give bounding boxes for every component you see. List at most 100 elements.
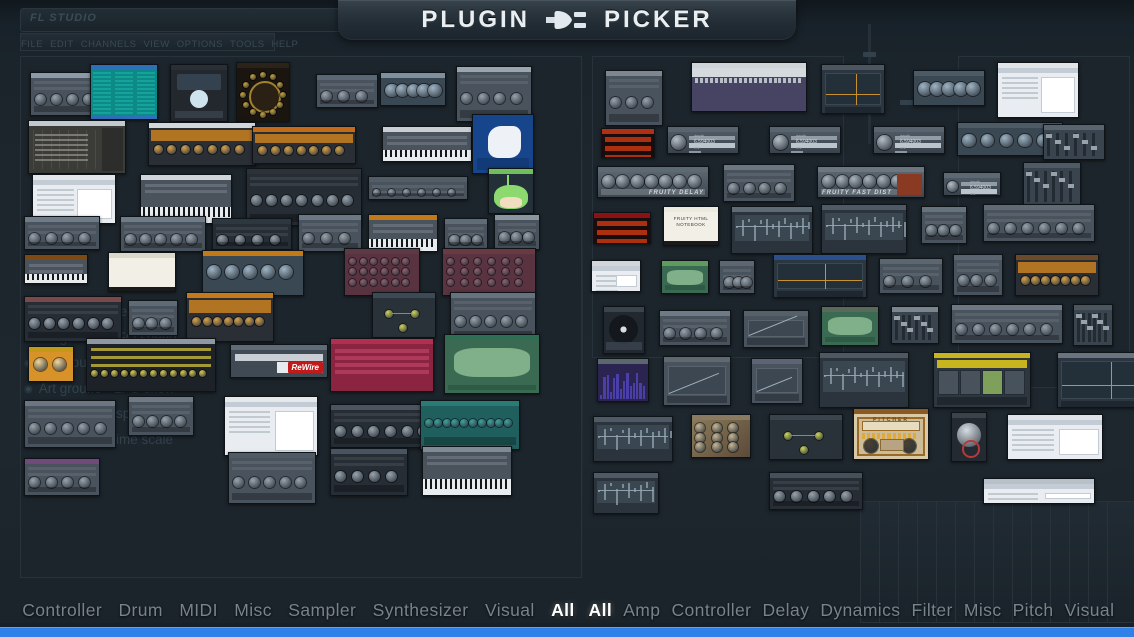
- generator-plugin-thumbnail[interactable]: [442, 248, 536, 296]
- effect-plugin-thumbnail[interactable]: [731, 206, 813, 254]
- effect-plugin-thumbnail[interactable]: FRUITY HTML NOTEBOOK: [663, 206, 719, 246]
- effect-plugin-thumbnail[interactable]: depth6.594003ms: [769, 126, 841, 154]
- generator-plugin-thumbnail[interactable]: [372, 292, 436, 338]
- generator-plugin-thumbnail[interactable]: [24, 458, 100, 496]
- generator-plugin-thumbnail[interactable]: [252, 126, 356, 164]
- effect-plugin-thumbnail[interactable]: [773, 254, 867, 298]
- generator-tab-sampler[interactable]: Sampler: [288, 600, 356, 621]
- effect-plugin-thumbnail[interactable]: [597, 358, 649, 402]
- effect-plugin-thumbnail[interactable]: [661, 260, 709, 294]
- effect-plugin-thumbnail[interactable]: [1023, 162, 1081, 206]
- effect-plugin-thumbnail[interactable]: [1007, 414, 1103, 460]
- effect-plugin-thumbnail[interactable]: depth6.594003ms: [873, 126, 945, 154]
- effect-plugin-thumbnail[interactable]: [593, 416, 673, 462]
- effect-plugin-thumbnail[interactable]: [601, 128, 655, 158]
- generator-plugin-thumbnail[interactable]: [368, 176, 468, 200]
- generator-plugin-thumbnail[interactable]: [316, 74, 378, 108]
- effect-plugin-thumbnail[interactable]: [933, 352, 1031, 408]
- effect-plugin-thumbnail[interactable]: [951, 412, 987, 462]
- generator-plugin-thumbnail[interactable]: [382, 126, 472, 162]
- generator-plugin-thumbnail[interactable]: [24, 216, 100, 250]
- generator-plugin-thumbnail[interactable]: [24, 296, 122, 342]
- effect-plugin-thumbnail[interactable]: [593, 472, 659, 514]
- generator-plugin-thumbnail[interactable]: [224, 396, 318, 456]
- generator-plugin-thumbnail[interactable]: [236, 62, 290, 122]
- generator-plugin-thumbnail[interactable]: [330, 448, 408, 496]
- generator-plugin-thumbnail[interactable]: [472, 114, 534, 174]
- effect-plugin-thumbnail[interactable]: [983, 478, 1095, 504]
- effect-tab-amp[interactable]: Amp: [623, 600, 660, 621]
- effect-plugin-thumbnail[interactable]: [819, 352, 909, 408]
- effect-plugin-thumbnail[interactable]: [691, 62, 807, 112]
- effect-plugin-thumbnail[interactable]: [719, 260, 755, 294]
- generator-tab-drum[interactable]: Drum: [119, 600, 163, 621]
- generator-plugin-thumbnail[interactable]: [128, 396, 194, 436]
- effect-plugin-thumbnail[interactable]: [769, 472, 863, 510]
- generator-plugin-thumbnail[interactable]: [444, 218, 488, 250]
- effect-tab-misc[interactable]: Misc: [964, 600, 1002, 621]
- generator-plugin-thumbnail[interactable]: [330, 338, 434, 392]
- generator-plugin-thumbnail[interactable]: [148, 122, 256, 166]
- effect-plugin-thumbnail[interactable]: [1057, 352, 1134, 408]
- generator-plugin-thumbnail[interactable]: [488, 168, 534, 214]
- effect-plugin-thumbnail[interactable]: FRUITY FAST DIST: [817, 166, 925, 198]
- effect-tab-controller[interactable]: Controller: [672, 600, 752, 621]
- effect-plugin-thumbnail[interactable]: [769, 414, 843, 460]
- generator-plugin-thumbnail[interactable]: [344, 248, 420, 296]
- generator-tab-misc[interactable]: Misc: [234, 600, 272, 621]
- effect-plugin-thumbnail[interactable]: [879, 258, 943, 294]
- effect-plugin-thumbnail[interactable]: [603, 306, 645, 354]
- effect-plugin-thumbnail[interactable]: [983, 204, 1095, 242]
- effect-tab-filter[interactable]: Filter: [912, 600, 953, 621]
- effect-plugin-thumbnail[interactable]: [1043, 124, 1105, 160]
- generator-plugin-thumbnail[interactable]: [128, 300, 178, 336]
- effect-plugin-thumbnail[interactable]: [821, 64, 885, 114]
- effect-plugin-thumbnail[interactable]: [659, 310, 731, 346]
- generator-plugin-thumbnail[interactable]: [368, 214, 438, 252]
- generator-plugin-thumbnail[interactable]: [380, 72, 446, 106]
- effect-plugin-thumbnail[interactable]: [997, 62, 1079, 118]
- effect-plugin-thumbnail[interactable]: [951, 304, 1063, 344]
- generator-plugin-thumbnail[interactable]: [444, 334, 540, 394]
- effect-tab-pitch[interactable]: Pitch: [1013, 600, 1054, 621]
- effect-tab-dynamics[interactable]: Dynamics: [820, 600, 900, 621]
- effect-plugin-thumbnail[interactable]: depth6.594003ms: [667, 126, 739, 154]
- effect-plugin-thumbnail[interactable]: [663, 356, 731, 406]
- generator-plugin-thumbnail[interactable]: [422, 446, 512, 496]
- effect-plugin-thumbnail[interactable]: [1015, 254, 1099, 296]
- effect-plugin-thumbnail[interactable]: PITCHER: [853, 408, 929, 460]
- effect-plugin-thumbnail[interactable]: [591, 260, 641, 292]
- effect-tab-visual[interactable]: Visual: [1065, 600, 1115, 621]
- generator-plugin-thumbnail[interactable]: [170, 64, 228, 122]
- generator-plugin-thumbnail[interactable]: [24, 254, 88, 284]
- generator-plugin-thumbnail[interactable]: [212, 218, 292, 250]
- generator-tab-all[interactable]: All: [551, 600, 575, 621]
- generator-plugin-thumbnail[interactable]: [28, 346, 74, 382]
- effect-plugin-thumbnail[interactable]: [605, 70, 663, 126]
- effect-plugin-thumbnail[interactable]: [743, 310, 809, 348]
- generator-plugin-thumbnail[interactable]: [298, 214, 362, 252]
- effect-plugin-thumbnail[interactable]: depth6.594003ms: [943, 172, 1001, 196]
- effect-plugin-thumbnail[interactable]: [1073, 304, 1113, 346]
- generator-category-tabs[interactable]: ControllerDrumMIDIMiscSamplerSynthesizer…: [0, 600, 583, 621]
- effect-plugin-thumbnail[interactable]: [723, 164, 795, 202]
- generator-plugin-thumbnail[interactable]: [24, 400, 116, 448]
- effect-plugin-thumbnail[interactable]: [751, 358, 803, 404]
- effect-plugin-thumbnail[interactable]: [891, 306, 939, 344]
- effect-plugin-thumbnail[interactable]: [821, 306, 879, 346]
- generator-tab-controller[interactable]: Controller: [22, 600, 102, 621]
- effect-plugin-thumbnail[interactable]: [821, 204, 907, 254]
- effect-category-tabs[interactable]: All Amp Controller Delay Dynamics Filter Misc P…: [583, 600, 1134, 621]
- generator-plugin-thumbnail[interactable]: ReWire: [230, 344, 328, 378]
- generator-plugin-thumbnail[interactable]: [28, 120, 126, 174]
- effect-plugin-thumbnail[interactable]: [953, 254, 1003, 296]
- effect-tab-delay[interactable]: Delay: [763, 600, 810, 621]
- effect-plugin-thumbnail[interactable]: FRUITY DELAY: [597, 166, 709, 198]
- effect-plugin-thumbnail[interactable]: [691, 414, 751, 458]
- generator-plugin-thumbnail[interactable]: [90, 64, 158, 120]
- effect-plugin-thumbnail[interactable]: [913, 70, 985, 106]
- generator-plugin-thumbnail[interactable]: [108, 252, 176, 292]
- generator-plugin-thumbnail[interactable]: [202, 250, 304, 296]
- effect-tab-all[interactable]: All: [589, 600, 613, 621]
- generator-tab-visual[interactable]: Visual: [485, 600, 535, 621]
